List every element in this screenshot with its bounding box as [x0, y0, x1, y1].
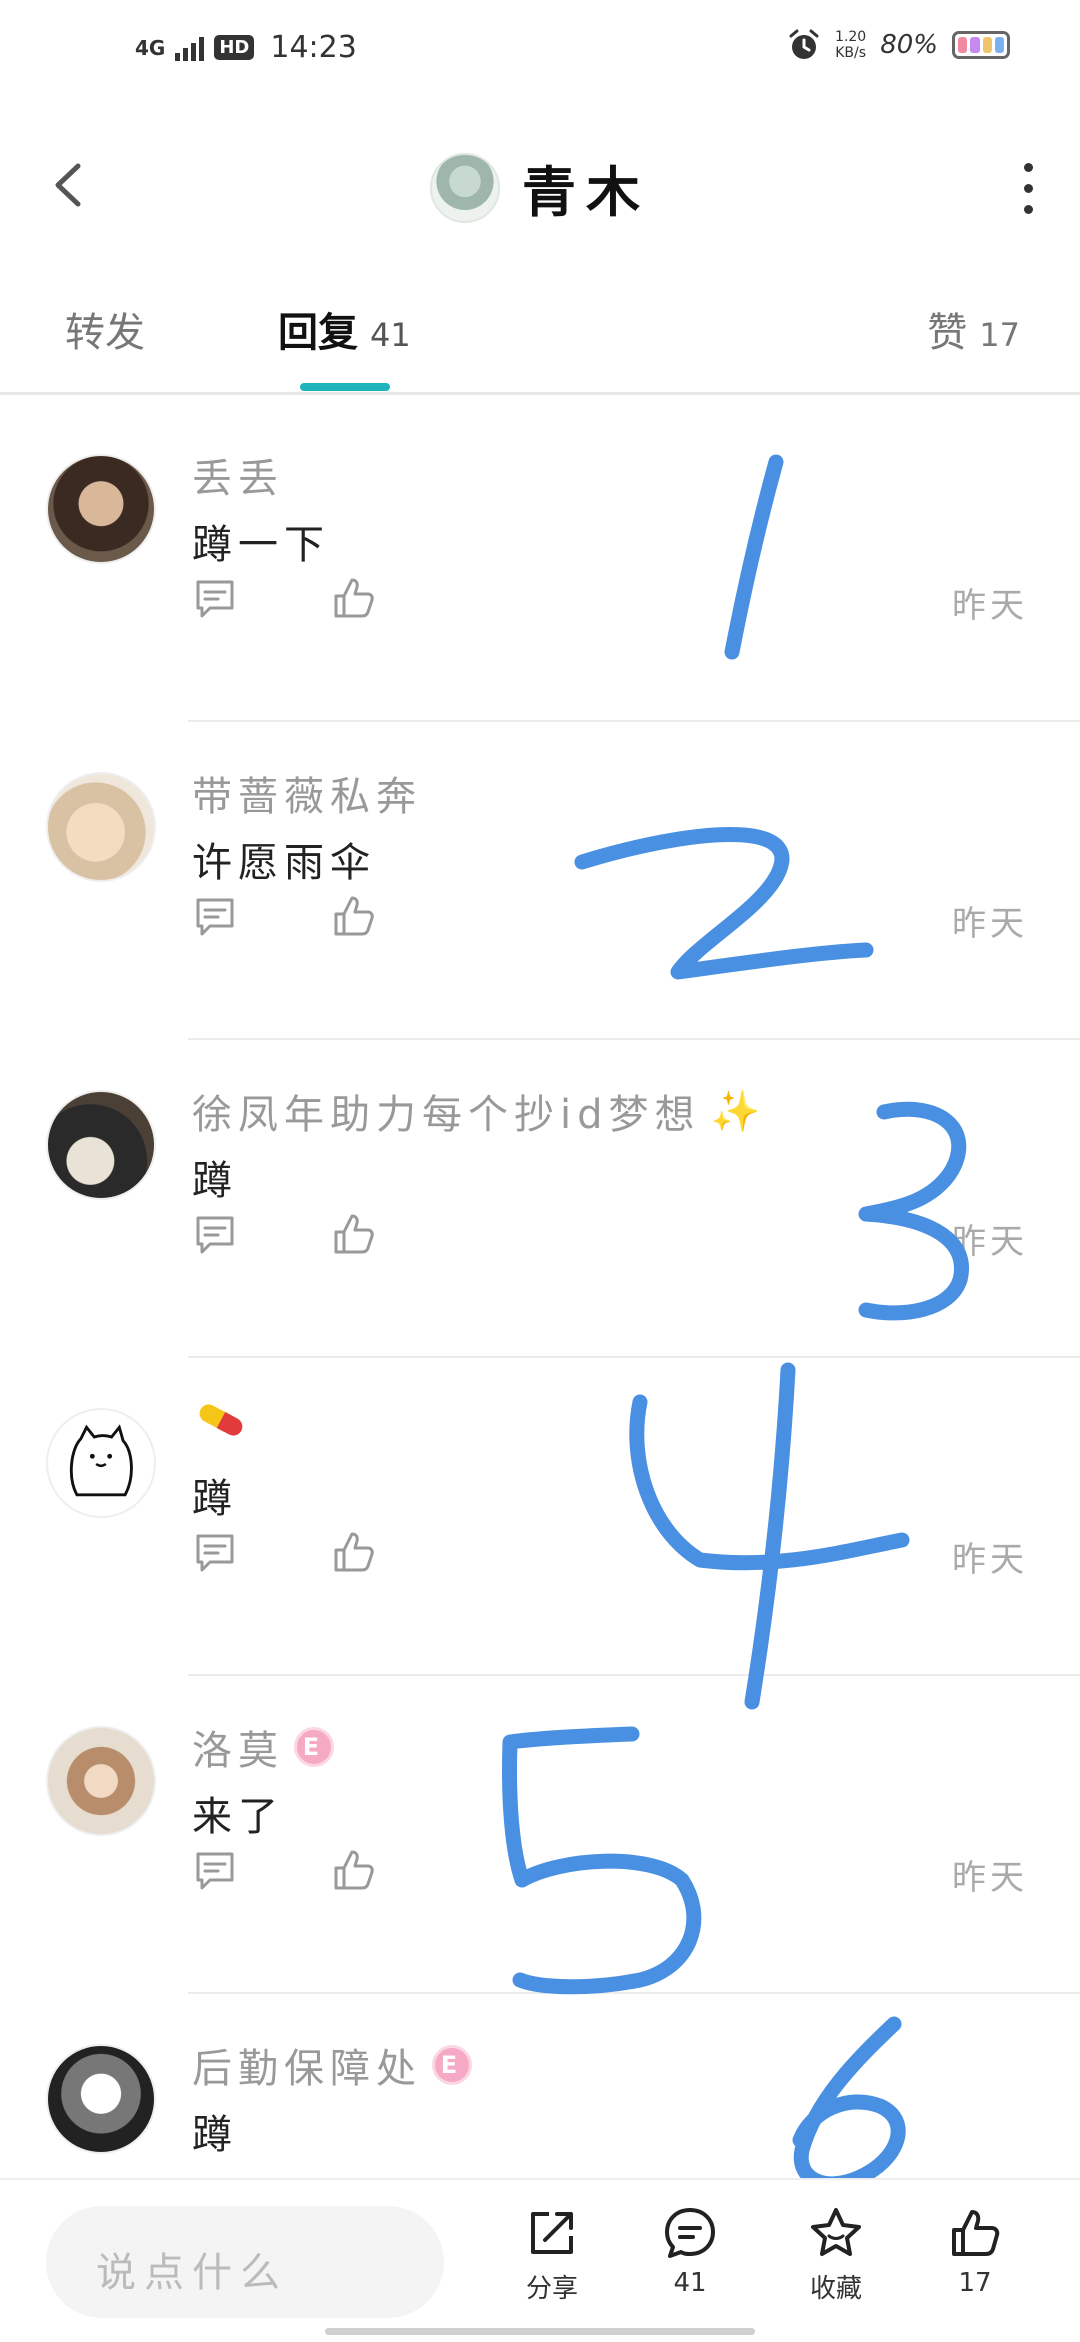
hd-badge: HD: [214, 35, 255, 60]
tab-like-label: 赞: [927, 310, 968, 356]
comment-button[interactable]: 41: [635, 2204, 745, 2324]
comment-text: 来了: [192, 1794, 284, 1840]
status-bar: 4G HD 14:23 1.20 KB/s 80%: [0, 0, 1080, 110]
username-text: 洛莫: [192, 1728, 284, 1774]
comment-text: 蹲: [192, 1158, 238, 1204]
like-count: 17: [958, 2268, 992, 2298]
comment-username[interactable]: 洛莫 E: [192, 1718, 334, 1776]
tab-like[interactable]: 赞 17: [927, 300, 1020, 358]
comment-username[interactable]: 丢丢: [192, 446, 284, 504]
comment-username[interactable]: 带蔷薇私奔: [192, 764, 422, 822]
tab-bar: 转发 回复 41 赞 17: [0, 270, 1080, 395]
clock: 14:23: [270, 30, 357, 65]
reply-icon[interactable]: [192, 576, 238, 622]
comment-time: 昨天: [952, 1222, 1028, 1262]
speed-unit: KB/s: [835, 45, 867, 61]
comment-input-placeholder: 说点什么: [96, 2250, 288, 2296]
like-icon[interactable]: [330, 1210, 378, 1258]
comment-count: 41: [673, 2268, 707, 2298]
comment-input[interactable]: 说点什么: [46, 2206, 444, 2318]
comment-item[interactable]: 带蔷薇私奔 许愿雨伞 昨天: [0, 722, 1080, 1040]
title-wrap[interactable]: 青木: [0, 148, 1080, 227]
reply-icon[interactable]: [192, 1530, 238, 1576]
header: 青木: [0, 110, 1080, 260]
thumbs-up-icon: [952, 2210, 1000, 2256]
signal-icon: [175, 35, 205, 61]
avatar[interactable]: [46, 1408, 156, 1518]
avatar[interactable]: [46, 2044, 156, 2154]
battery-icon: [952, 31, 1010, 59]
star-icon: [811, 2208, 861, 2256]
comment-text: 蹲: [192, 2112, 238, 2158]
comment-time: 昨天: [952, 904, 1028, 944]
speed-value: 1.20: [835, 29, 867, 45]
comment-time: 昨天: [952, 1858, 1028, 1898]
author-avatar[interactable]: [430, 152, 500, 223]
home-indicator[interactable]: [325, 2328, 755, 2335]
like-icon[interactable]: [330, 574, 378, 622]
share-button[interactable]: 分享: [497, 2204, 607, 2324]
username-text: 丢丢: [192, 456, 284, 502]
comment-text: 许愿雨伞: [192, 840, 376, 886]
avatar[interactable]: [46, 772, 156, 882]
more-options-icon[interactable]: [1016, 158, 1040, 218]
sparkles-icon: ✨: [710, 1088, 767, 1135]
share-icon: [531, 2212, 573, 2254]
tab-reply-label: 回复: [278, 310, 358, 356]
network-type: 4G: [135, 35, 166, 60]
avatar[interactable]: [46, 1726, 156, 1836]
avatar[interactable]: [46, 454, 156, 564]
favorite-label: 收藏: [809, 2274, 862, 2304]
reply-icon[interactable]: [192, 894, 238, 940]
tab-reply-count: 41: [370, 316, 411, 354]
comment-username[interactable]: 后勤保障处 E: [192, 2036, 472, 2094]
like-button[interactable]: 17: [920, 2204, 1030, 2324]
comment-username[interactable]: 徐凤年助力每个抄id梦想 ✨: [192, 1082, 766, 1140]
tab-active-indicator: [300, 383, 390, 391]
reply-icon[interactable]: [192, 1848, 238, 1894]
battery-percent: 80%: [880, 30, 938, 60]
username-text: 后勤保障处: [192, 2046, 422, 2092]
comment-time: 昨天: [952, 586, 1028, 626]
pill-emoji-icon: [199, 1404, 243, 1436]
comment-username[interactable]: [192, 1400, 260, 1440]
status-right: 1.20 KB/s 80%: [787, 28, 1010, 62]
comment-item[interactable]: 徐凤年助力每个抄id梦想 ✨ 蹲 昨天: [0, 1040, 1080, 1358]
comment-time: 昨天: [952, 1540, 1028, 1580]
avatar[interactable]: [46, 1090, 156, 1200]
status-left: 4G HD 14:23: [135, 30, 357, 65]
comment-text: 蹲一下: [192, 522, 330, 568]
comment-item[interactable]: 丢丢 蹲一下 昨天: [0, 404, 1080, 722]
tab-like-count: 17: [979, 316, 1020, 354]
level-badge: E: [294, 1727, 334, 1767]
page-title: 青木: [522, 161, 650, 224]
tab-reply[interactable]: 回复 41: [278, 300, 411, 358]
comment-bubble-icon: [665, 2208, 715, 2258]
comment-text: 蹲: [192, 1476, 238, 1522]
favorite-button[interactable]: 收藏: [781, 2204, 891, 2324]
tab-repost[interactable]: 转发: [65, 300, 145, 358]
comment-item[interactable]: 蹲 昨天: [0, 1358, 1080, 1676]
reply-icon[interactable]: [192, 1212, 238, 1258]
share-label: 分享: [525, 2274, 578, 2304]
level-badge: E: [432, 2045, 472, 2085]
comment-item[interactable]: 洛莫 E 来了 昨天: [0, 1676, 1080, 1994]
alarm-icon: [789, 29, 819, 59]
network-speed: 1.20 KB/s: [835, 29, 866, 61]
like-icon[interactable]: [330, 1846, 378, 1894]
username-text: 徐凤年助力每个抄id梦想: [192, 1092, 701, 1138]
cat-doodle-icon: [69, 1424, 133, 1497]
tab-repost-label: 转发: [65, 310, 145, 356]
bottom-action-bar: 说点什么 分享 41 收藏 17: [0, 2178, 1080, 2342]
username-text: 带蔷薇私奔: [192, 774, 422, 820]
like-icon[interactable]: [330, 892, 378, 940]
like-icon[interactable]: [330, 1528, 378, 1576]
